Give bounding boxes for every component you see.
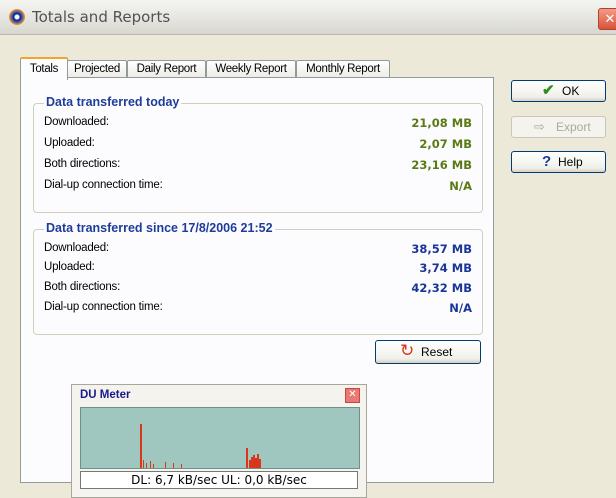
dialog-body: Totals Projected Daily Report Weekly Rep… <box>0 35 616 498</box>
reset-button[interactable]: ↻ Reset <box>375 340 481 364</box>
traffic-bar <box>150 461 151 468</box>
du-meter-status: DL: 6,7 kB/sec UL: 0,0 kB/sec <box>80 471 358 489</box>
today-group: Data transferred today Downloaded: 21,08… <box>33 95 483 213</box>
tab-totals[interactable]: Totals <box>20 57 68 80</box>
traffic-bar <box>153 464 154 468</box>
traffic-bar <box>140 424 142 468</box>
today-both-label: Both directions: <box>44 158 121 170</box>
traffic-bar <box>249 460 251 468</box>
since-downloaded-row: Downloaded: 38,57 MB <box>34 242 482 260</box>
traffic-bar <box>255 458 257 468</box>
export-button-label: Export <box>556 120 591 134</box>
du-meter-close-icon[interactable]: ✕ <box>345 388 360 403</box>
traffic-bar <box>143 460 144 468</box>
tab-monthly-report[interactable]: Monthly Report <box>296 60 390 78</box>
since-dialup-row: Dial-up connection time: N/A <box>34 301 482 319</box>
today-both-value: 23,16 MB <box>411 158 472 172</box>
tab-projected[interactable]: Projected <box>67 60 127 78</box>
traffic-graph-bars <box>140 424 261 468</box>
traffic-bar <box>259 459 261 468</box>
since-dialup-label: Dial-up connection time: <box>44 301 163 313</box>
checkmark-icon: ✔ <box>542 82 555 99</box>
du-meter-title: DU Meter <box>80 389 131 401</box>
close-window-button[interactable]: ✕ <box>598 8 616 30</box>
today-dialup-label: Dial-up connection time: <box>44 179 163 191</box>
since-uploaded-row: Uploaded: 3,74 MB <box>34 261 482 279</box>
question-mark-icon: ? <box>542 153 552 170</box>
today-downloaded-value: 21,08 MB <box>411 116 472 130</box>
ok-button[interactable]: ✔ OK <box>511 80 606 102</box>
app-icon <box>9 9 25 25</box>
since-both-label: Both directions: <box>44 281 121 293</box>
totals-panel: Data transferred today Downloaded: 21,08… <box>20 77 494 498</box>
refresh-icon: ↻ <box>400 341 415 360</box>
window-title: Totals and Reports <box>32 8 171 26</box>
du-meter-widget[interactable]: DU Meter ✕ DL: 6,7 kB/sec UL: 0,0 kB/sec <box>71 384 367 498</box>
since-both-value: 42,32 MB <box>411 281 472 295</box>
traffic-bar <box>246 448 248 468</box>
title-bar[interactable]: Totals and Reports ✕ <box>0 0 616 35</box>
traffic-bar <box>257 454 259 468</box>
today-group-title: Data transferred today <box>44 95 182 109</box>
traffic-bar <box>181 464 182 468</box>
ok-button-label: OK <box>562 84 580 98</box>
today-dialup-value: N/A <box>449 179 472 193</box>
today-uploaded-label: Uploaded: <box>44 137 95 149</box>
traffic-graph-svg <box>140 424 261 468</box>
help-button[interactable]: ? Help <box>511 151 606 173</box>
since-uploaded-label: Uploaded: <box>44 261 95 273</box>
since-both-row: Both directions: 42,32 MB <box>34 281 482 299</box>
export-button[interactable]: ⇨ Export <box>511 116 606 138</box>
today-downloaded-label: Downloaded: <box>44 116 109 128</box>
today-both-row: Both directions: 23,16 MB <box>34 158 482 176</box>
export-icon: ⇨ <box>534 119 545 134</box>
du-meter-graph <box>80 407 360 469</box>
since-uploaded-value: 3,74 MB <box>419 261 472 275</box>
today-uploaded-value: 2,07 MB <box>419 137 472 151</box>
tab-weekly-report[interactable]: Weekly Report <box>206 60 296 78</box>
since-downloaded-label: Downloaded: <box>44 242 109 254</box>
since-dialup-value: N/A <box>449 301 472 315</box>
help-button-label: Help <box>558 155 583 169</box>
since-downloaded-value: 38,57 MB <box>411 242 472 256</box>
today-uploaded-row: Uploaded: 2,07 MB <box>34 137 482 155</box>
traffic-bar <box>173 463 174 468</box>
reset-button-label: Reset <box>421 345 453 359</box>
traffic-bar <box>146 463 147 468</box>
since-group: Data transferred since 17/8/2006 21:52 D… <box>33 221 483 335</box>
traffic-bar <box>251 457 253 468</box>
today-dialup-row: Dial-up connection time: N/A <box>34 179 482 197</box>
traffic-bar <box>253 455 255 468</box>
close-icon: ✕ <box>604 11 616 26</box>
traffic-bar <box>165 462 166 468</box>
since-group-title: Data transferred since 17/8/2006 21:52 <box>44 221 275 235</box>
tab-daily-report[interactable]: Daily Report <box>127 60 206 78</box>
today-downloaded-row: Downloaded: 21,08 MB <box>34 116 482 134</box>
